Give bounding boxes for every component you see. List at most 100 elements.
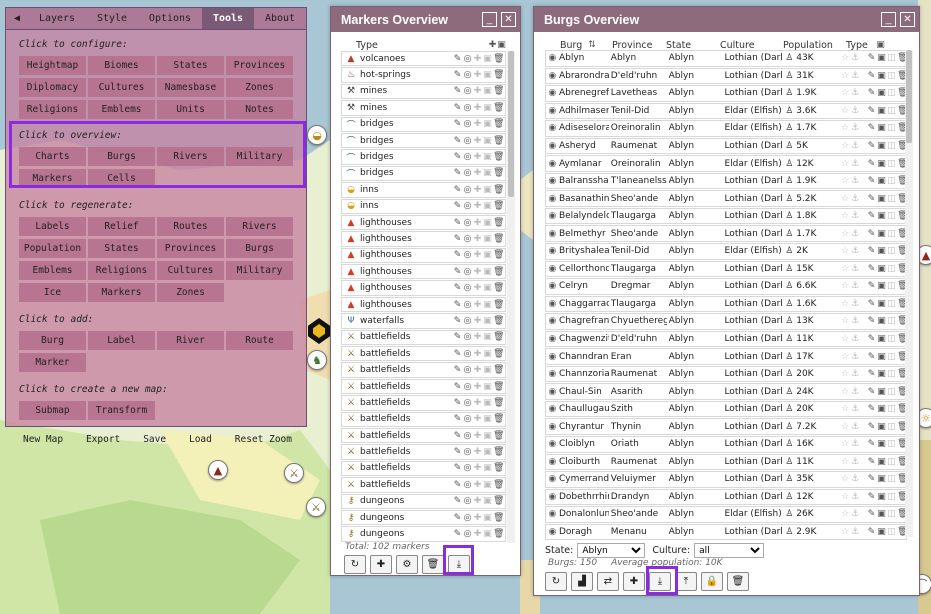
emblem-icon[interactable]: ◫ [887,71,896,81]
edit-icon[interactable]: ✎ [453,70,462,80]
trash-icon[interactable]: 🗑 [727,572,749,591]
burg-name[interactable]: Donalonluna [559,509,609,519]
edit-icon[interactable]: ✎ [867,387,876,397]
marker-row[interactable]: ▲ lighthouses ✎ ◎ ✚ ▣ 🗑 [341,231,506,247]
emblem-icon[interactable]: ◫ [887,509,896,519]
lock-icon[interactable]: ▣ [483,136,492,146]
lock-icon[interactable]: 🔒 [701,572,723,591]
lock-icon[interactable]: ▣ [877,509,886,519]
lock-icon[interactable]: ▣ [877,422,886,432]
lock-icon[interactable]: ▣ [877,264,886,274]
port-anchor-icon[interactable]: ⚓ [851,509,859,519]
burg-name[interactable]: Adiseselora [559,123,609,133]
center-on-burg-icon[interactable]: ◉ [546,334,559,344]
burg-row[interactable]: ◉ Balransshar T'laneanelss Ablyn Lothian (Da… [545,172,907,190]
burg-row[interactable]: ◉ChyranturThynin Ablyn Lothian (Dark E♙ 7.… [545,418,907,436]
burg-row[interactable]: ◉AsherydRaumenat Ablyn Lothian (Dark E♙ 5K… [545,137,907,155]
burg-name[interactable]: Cellorthond [559,264,609,274]
add-route-button[interactable]: Route [226,331,293,350]
state-filter-select[interactable]: Ablyn [577,543,646,558]
trash-icon[interactable]: 🗑 [493,300,504,310]
center-on-burg-icon[interactable]: ◉ [546,509,559,519]
marker-row[interactable]: Ψwaterfalls ✎ ◎ ✚ ▣ 🗑 [341,313,506,329]
lock-icon[interactable]: ▣ [877,106,886,116]
emblem-icon[interactable]: ◫ [887,88,896,98]
marker-row[interactable]: ⌒ bridges ✎ ◎ ✚ ▣ 🗑 [341,116,506,132]
lock-icon[interactable]: ▣ [483,431,492,441]
center-on-burg-icon[interactable]: ◉ [546,141,559,151]
trash-icon[interactable]: 🗑 [493,480,504,490]
focus-icon[interactable]: ◎ [463,496,472,506]
port-anchor-icon[interactable]: ⚓ [851,194,859,204]
center-on-burg-icon[interactable]: ◉ [546,457,559,467]
burg-row[interactable]: ◉DoraghMenanuAblynLothian (Dark E♙ 2.9K☆… [545,523,907,541]
port-anchor-icon[interactable]: ⚓ [851,246,859,256]
submap-button[interactable]: Submap [19,401,86,420]
configure-cultures-button[interactable]: Cultures [88,78,155,97]
burg-row[interactable]: ◉ChaullugautSzith Ablyn Lothian (Dark E♙ 2… [545,400,907,418]
edit-icon[interactable]: ✎ [453,513,462,523]
lock-icon[interactable]: ▣ [877,474,886,484]
burgs-header-type[interactable]: Type [846,40,876,51]
marker-row[interactable]: ⚔ battlefields ✎ ◎ ✚ ▣ 🗑 [341,444,506,460]
emblem-icon[interactable]: ◫ [887,123,896,133]
edit-icon[interactable]: ✎ [453,414,462,424]
pin-icon[interactable]: ✚ [473,234,482,244]
marker-row[interactable]: ⚷ dungeons ✎ ◎ ✚ ▣ 🗑 [341,493,506,509]
lock-icon[interactable]: ▣ [483,70,492,80]
focus-icon[interactable]: ◎ [463,447,472,457]
marker-row[interactable]: ♨ hot-springs ✎ ◎ ✚ ▣ 🗑 [341,67,506,83]
regenerate-routes-button[interactable]: Routes [157,217,224,236]
center-on-burg-icon[interactable]: ◉ [546,404,559,414]
capital-star-icon[interactable]: ☆ [841,53,849,63]
lock-icon[interactable]: ▣ [877,71,886,81]
trash-icon[interactable]: 🗑 [493,496,504,506]
regenerate-burgs-button[interactable]: Burgs [226,239,293,258]
lock-icon[interactable]: ▣ [483,463,492,473]
lock-icon[interactable]: ▣ [877,299,886,309]
lock-icon[interactable]: ▣ [877,369,886,379]
lock-icon[interactable]: ▣ [483,529,492,539]
lock-icon[interactable]: ▣ [483,398,492,408]
trash-icon[interactable]: 🗑 [493,86,504,96]
port-anchor-icon[interactable]: ⚓ [851,422,859,432]
pin-icon[interactable]: ✚ [473,513,482,523]
emblem-icon[interactable]: ◫ [887,176,896,186]
capital-star-icon[interactable]: ☆ [841,509,849,519]
marker-row[interactable]: ⚷ dungeons ✎ ◎ ✚ ▣ 🗑 [341,509,506,526]
focus-icon[interactable]: ◎ [463,316,472,326]
edit-icon[interactable]: ✎ [453,431,462,441]
burg-row[interactable]: ◉Chaul-SinAsarith Ablyn Lothian (Dark E♙ 2… [545,383,907,400]
marker-row[interactable]: ▲ volcanoes ✎ ◎ ✚ ▣ 🗑 [341,51,506,67]
focus-icon[interactable]: ◎ [463,54,472,64]
edit-icon[interactable]: ✎ [867,281,876,291]
trash-icon[interactable]: 🗑 [493,529,504,539]
minimize-icon[interactable]: _ [482,12,497,27]
add-icon[interactable]: ✚ [370,555,392,574]
edit-icon[interactable]: ✎ [453,250,462,260]
sort-icon[interactable]: ⇅ [586,40,598,50]
burg-row[interactable]: ◉AdhilmaseneTenil-Did Ablyn Eldar (Elfish)… [545,102,907,120]
tab-style[interactable]: Style [86,8,138,29]
regenerate-markers-button[interactable]: Markers [88,283,155,302]
burgs-header-province[interactable]: Province [612,40,666,51]
center-on-burg-icon[interactable]: ◉ [546,123,559,133]
pin-icon[interactable]: ✚ [473,332,482,342]
focus-icon[interactable]: ◎ [463,513,472,523]
edit-icon[interactable]: ✎ [453,447,462,457]
burg-row[interactable]: ◉BasanathinnSheo'ande Ablyn Lothian (Dark … [545,190,907,207]
lock-icon[interactable]: ▣ [483,496,492,506]
trash-icon[interactable]: 🗑 [493,513,504,523]
regenerate-provinces-button[interactable]: Provinces [157,239,224,258]
marker-row[interactable]: ⌒ bridges ✎ ◎ ✚ ▣ 🗑 [341,149,506,165]
pin-icon[interactable]: ✚ [473,267,482,277]
edit-icon[interactable]: ✎ [867,509,876,519]
add-river-button[interactable]: River [157,331,224,350]
burg-name[interactable]: Cloiblyn [559,439,609,449]
focus-icon[interactable]: ◎ [463,234,472,244]
lock-all-icon[interactable]: ▣ [876,40,885,50]
focus-icon[interactable]: ◎ [463,365,472,375]
edit-icon[interactable]: ✎ [453,168,462,178]
marker-row[interactable]: ⚔ battlefields ✎ ◎ ✚ ▣ 🗑 [341,477,506,493]
trash-icon[interactable]: 🗑 [493,267,504,277]
